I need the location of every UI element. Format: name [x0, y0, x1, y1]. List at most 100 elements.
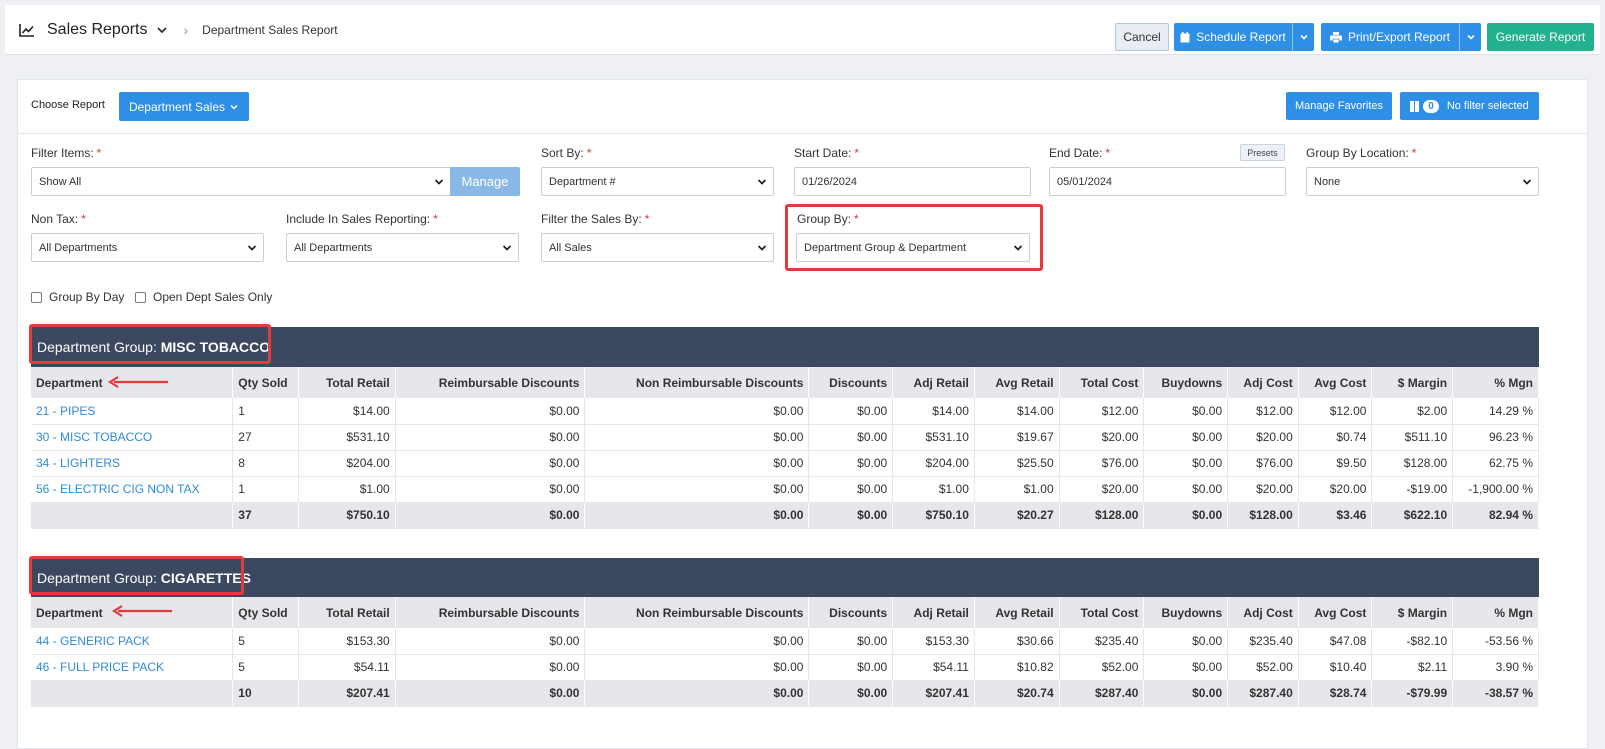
- checkbox-box[interactable]: [135, 291, 146, 303]
- table-cell: $2.00: [1371, 398, 1454, 425]
- printer-icon: [1329, 31, 1342, 43]
- table-cell: $0.00: [395, 628, 586, 655]
- manage-filter-button[interactable]: Manage: [450, 167, 520, 196]
- table-header-row: Department Qty Sold Total Retail Reimbursab…: [31, 597, 1539, 628]
- column-header[interactable]: Reimbursable Discounts: [395, 367, 586, 398]
- table-cell: $0.00: [808, 424, 894, 451]
- department-link[interactable]: 34 - LIGHTERS: [31, 450, 234, 477]
- print-dropdown-toggle[interactable]: [1459, 23, 1481, 51]
- column-header[interactable]: Non Reimbursable Discounts: [584, 367, 810, 398]
- cancel-button[interactable]: Cancel: [1115, 23, 1169, 51]
- column-header[interactable]: Avg Retail: [974, 597, 1060, 628]
- column-header[interactable]: Avg Retail: [974, 367, 1060, 398]
- total-cell: $287.40: [1227, 680, 1299, 707]
- filter-selection-button[interactable]: 0 No filter selected: [1400, 92, 1539, 120]
- title-area: Sales Reports › Department Sales Report: [19, 21, 338, 39]
- table-cell: $76.00: [1059, 450, 1145, 477]
- schedule-report-button[interactable]: Schedule Report: [1174, 23, 1314, 51]
- department-link[interactable]: 44 - GENERIC PACK: [31, 628, 234, 655]
- department-link[interactable]: 21 - PIPES: [31, 398, 234, 425]
- non-tax-label: Non Tax: *: [31, 212, 86, 226]
- total-cell: $750.10: [298, 502, 396, 529]
- total-cell: $207.41: [892, 680, 975, 707]
- total-cell: $20.27: [974, 502, 1060, 529]
- department-link[interactable]: 46 - FULL PRICE PACK: [31, 654, 234, 681]
- start-date-input[interactable]: 01/26/2024: [794, 167, 1031, 196]
- total-cell: $0.00: [808, 502, 894, 529]
- table-cell: 27: [232, 424, 299, 451]
- group-name-highlight: [29, 324, 271, 364]
- total-cell: 82.94 %: [1452, 502, 1539, 529]
- table-cell: 1: [232, 398, 299, 425]
- column-header[interactable]: Total Cost: [1059, 597, 1145, 628]
- total-cell: [31, 680, 234, 707]
- table-cell: $531.10: [298, 424, 396, 451]
- column-header[interactable]: Qty Sold: [232, 597, 299, 628]
- column-header[interactable]: Buydowns: [1143, 597, 1229, 628]
- department-link[interactable]: 56 - ELECTRIC CIG NON TAX: [31, 476, 234, 503]
- generate-report-button[interactable]: Generate Report: [1487, 23, 1594, 51]
- total-cell: $0.00: [1143, 680, 1229, 707]
- chevron-down-icon[interactable]: [156, 24, 168, 36]
- filter-count-badge: 0: [1423, 99, 1439, 113]
- column-header[interactable]: $ Margin: [1371, 597, 1454, 628]
- total-cell: 10: [232, 680, 299, 707]
- column-header[interactable]: Reimbursable Discounts: [395, 597, 586, 628]
- column-header[interactable]: Total Retail: [298, 367, 396, 398]
- table-cell: 5: [232, 654, 299, 681]
- column-header[interactable]: $ Margin: [1371, 367, 1454, 398]
- table-cell: $20.00: [1298, 476, 1373, 503]
- column-header[interactable]: % Mgn: [1452, 367, 1539, 398]
- column-header[interactable]: Buydowns: [1143, 367, 1229, 398]
- total-cell: $3.46: [1298, 502, 1373, 529]
- column-header[interactable]: Discounts: [808, 597, 894, 628]
- table-cell: $54.11: [298, 654, 396, 681]
- table-cell: $128.00: [1371, 450, 1454, 477]
- group-by-day-checkbox[interactable]: Group By Day: [31, 290, 124, 304]
- app-title[interactable]: Sales Reports: [47, 21, 148, 39]
- schedule-dropdown-toggle[interactable]: [1292, 23, 1314, 51]
- column-header[interactable]: Avg Cost: [1298, 597, 1373, 628]
- table-cell: $52.00: [1227, 654, 1299, 681]
- table-cell: $12.00: [1227, 398, 1299, 425]
- column-header[interactable]: Qty Sold: [232, 367, 299, 398]
- choose-report-dropdown[interactable]: Department Sales: [119, 92, 249, 121]
- chevron-right-icon: ›: [183, 22, 189, 38]
- column-header[interactable]: Avg Cost: [1298, 367, 1373, 398]
- table-cell: $0.00: [584, 424, 810, 451]
- total-cell: $0.00: [395, 680, 586, 707]
- table-cell: $0.00: [584, 654, 810, 681]
- column-header[interactable]: Non Reimbursable Discounts: [584, 597, 810, 628]
- line-chart-icon: [19, 24, 34, 37]
- column-header[interactable]: Adj Cost: [1227, 367, 1299, 398]
- table-cell: 1: [232, 476, 299, 503]
- end-date-input[interactable]: 05/01/2024: [1049, 167, 1286, 196]
- column-header[interactable]: Total Retail: [298, 597, 396, 628]
- column-header[interactable]: Discounts: [808, 367, 894, 398]
- table-cell: $0.00: [584, 398, 810, 425]
- non-tax-select[interactable]: All Departments: [31, 233, 264, 262]
- filter-items-select[interactable]: Show All: [31, 167, 451, 196]
- checkbox-box[interactable]: [31, 291, 42, 303]
- print-export-button[interactable]: Print/Export Report: [1321, 23, 1481, 51]
- presets-button[interactable]: Presets: [1240, 144, 1285, 161]
- table-cell: $0.00: [584, 628, 810, 655]
- manage-favorites-button[interactable]: Manage Favorites: [1286, 92, 1392, 120]
- column-header[interactable]: % Mgn: [1452, 597, 1539, 628]
- column-header[interactable]: Adj Retail: [892, 597, 975, 628]
- sort-by-select[interactable]: Department #: [541, 167, 774, 196]
- filter-sales-by-select[interactable]: All Sales: [541, 233, 774, 262]
- group-by-location-select[interactable]: None: [1306, 167, 1539, 196]
- open-dept-only-checkbox[interactable]: Open Dept Sales Only: [135, 290, 272, 304]
- include-in-sales-select[interactable]: All Departments: [286, 233, 519, 262]
- column-header[interactable]: Total Cost: [1059, 367, 1145, 398]
- column-header[interactable]: Adj Retail: [892, 367, 975, 398]
- total-cell: $207.41: [298, 680, 396, 707]
- group-by-select[interactable]: Department Group & Department: [796, 233, 1030, 262]
- table-cell: $0.00: [808, 398, 894, 425]
- department-link[interactable]: 30 - MISC TOBACCO: [31, 424, 234, 451]
- column-header[interactable]: Adj Cost: [1227, 597, 1299, 628]
- total-cell: $0.00: [1143, 502, 1229, 529]
- filter-sales-by-label: Filter the Sales By: *: [541, 212, 650, 226]
- chevron-down-icon: [247, 245, 257, 251]
